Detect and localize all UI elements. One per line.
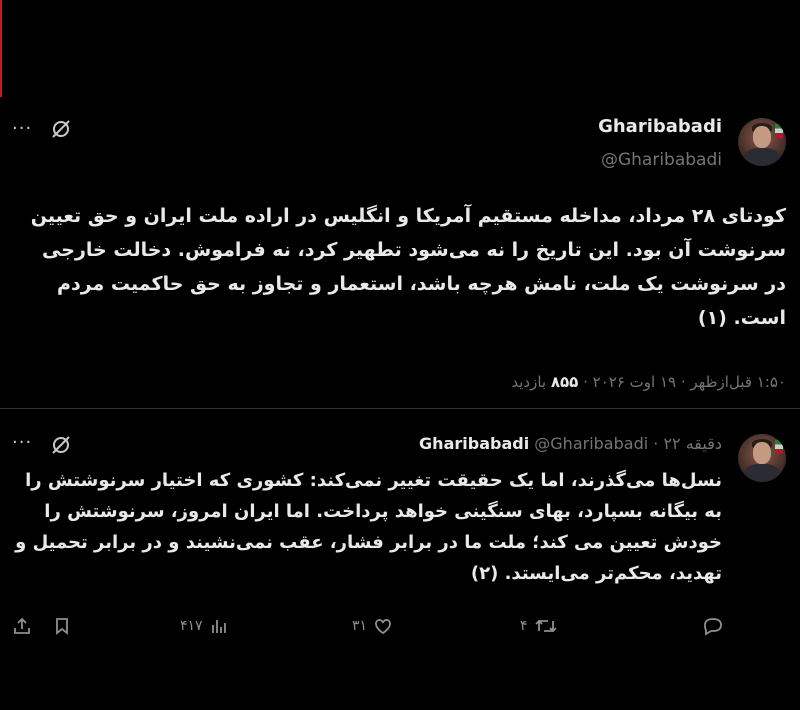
heart-icon [375, 619, 391, 635]
views-count: ۴۱۷ [180, 618, 203, 634]
tweet-text: کودتای ۲۸ مرداد، مداخله مستقیم آمریکا و … [30, 205, 786, 329]
reply-more-icon[interactable]: ··· [12, 432, 32, 453]
divider [0, 408, 800, 409]
reply-time[interactable]: · ۲۲ دقیقه [653, 434, 722, 453]
reply-header: Gharibabadi @Gharibabadi · ۲۲ دقیقه [419, 434, 722, 453]
retweet-icon [534, 619, 557, 633]
views-icon [211, 620, 226, 633]
share-icon [14, 617, 30, 634]
reply-author-name[interactable]: Gharibabadi [419, 434, 529, 453]
action-bar: ۴۱۷ ۳۱ ۴ [0, 614, 800, 644]
retweet-count: ۴ [520, 618, 528, 634]
avatar[interactable] [738, 118, 786, 166]
reply-text: نسل‌ها می‌گذرند، اما یک حقیقت تغییر نمی‌… [15, 470, 722, 584]
reply-grok-icon[interactable] [50, 434, 72, 461]
tweet-meta: ۱:۵۰ قبل‌ازظهر · ۱۹ اوت ۲۰۲۶ · ۸۵۵ بازدی… [511, 373, 786, 391]
grok-icon[interactable] [50, 118, 72, 145]
like-count: ۳۱ [352, 618, 368, 634]
reply-button[interactable] [702, 616, 730, 636]
like-button[interactable]: ۳۱ [352, 616, 393, 636]
reply-author-handle[interactable]: @Gharibabadi [534, 434, 648, 453]
author-name[interactable]: Gharibabadi [598, 116, 722, 137]
view-count: ۸۵۵ [550, 373, 579, 391]
bookmark-icon [56, 618, 68, 635]
left-edge-line [0, 0, 2, 97]
reply-icon [704, 618, 722, 636]
more-icon[interactable]: ··· [12, 118, 32, 139]
reply-avatar[interactable] [738, 434, 786, 482]
bookmark-button[interactable] [52, 616, 72, 636]
retweet-button[interactable]: ۴ [520, 616, 558, 636]
share-button[interactable] [12, 616, 32, 636]
views-button[interactable]: ۴۱۷ [180, 616, 229, 636]
view-label: بازدید [511, 373, 551, 391]
timestamp[interactable]: ۱:۵۰ قبل‌ازظهر · ۱۹ اوت ۲۰۲۶ · [578, 373, 786, 391]
author-handle[interactable]: @Gharibabadi [601, 150, 722, 170]
